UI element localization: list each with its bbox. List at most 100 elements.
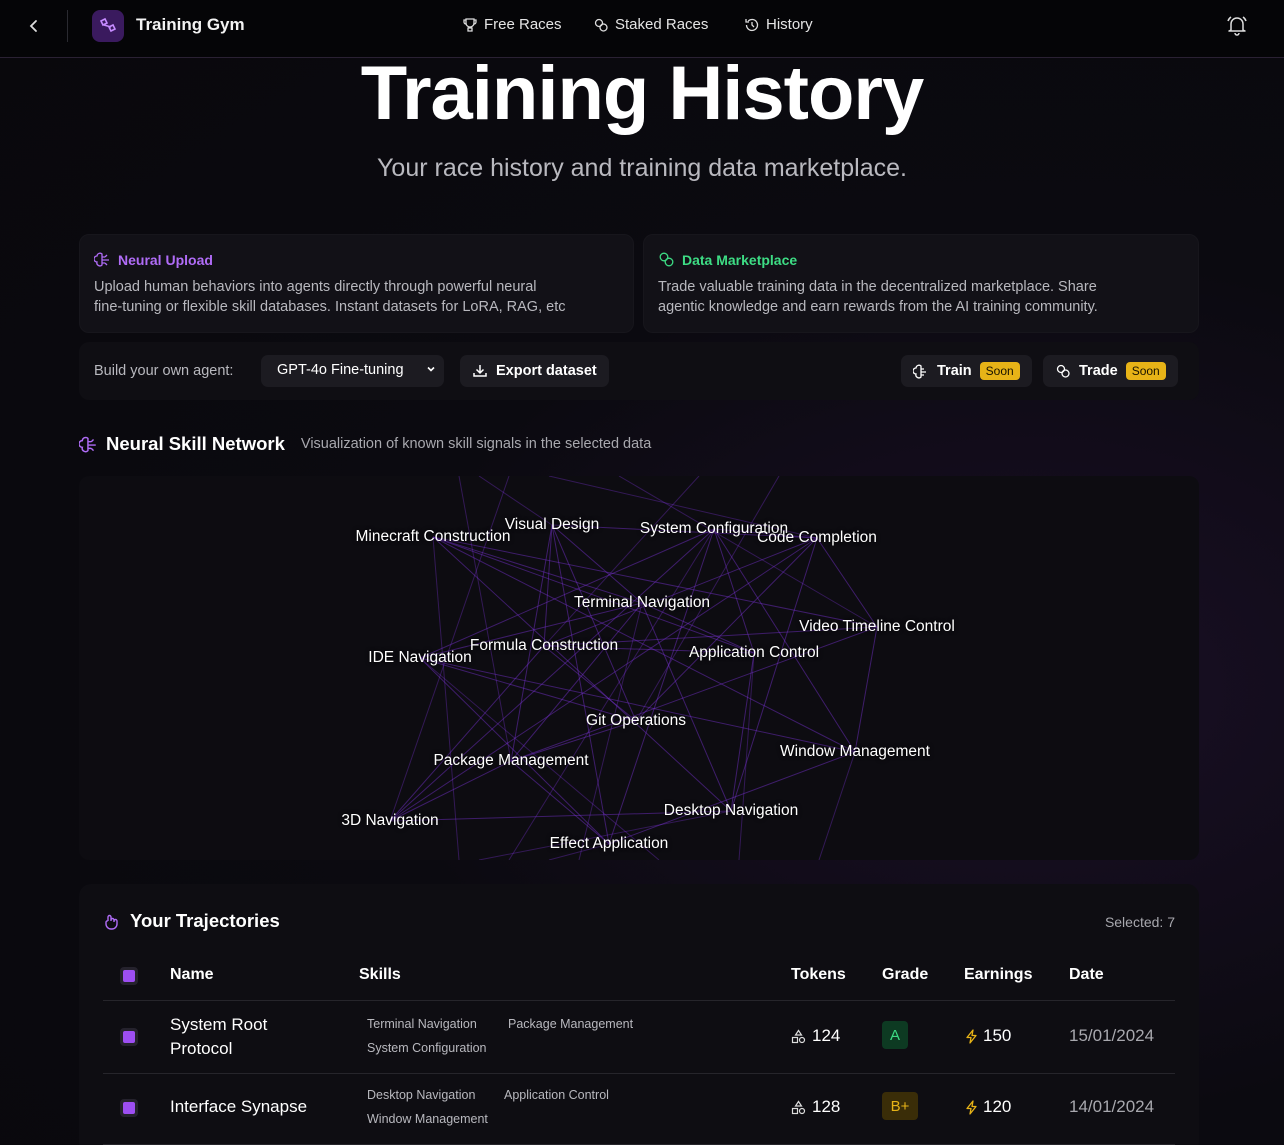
coins-icon: [594, 18, 608, 32]
row-checkbox[interactable]: [120, 1099, 138, 1117]
skill-tag: Desktop Navigation: [367, 1088, 476, 1102]
nav-label: Staked Races: [615, 16, 709, 33]
page-subtitle: Your race history and training data mark…: [377, 154, 907, 182]
skill-tag: Terminal Navigation: [367, 1017, 477, 1031]
column-header-name[interactable]: Name: [170, 966, 214, 984]
network-edge: [543, 524, 553, 647]
build-agent-label: Build your own agent:: [94, 363, 234, 379]
skill-network-title: Neural Skill Network: [106, 433, 285, 454]
notifications-button[interactable]: [1226, 14, 1248, 36]
data-marketplace-header: Data Marketplace: [658, 251, 1184, 268]
chevron-down-icon: [426, 363, 436, 377]
nav-free-races[interactable]: Free Races: [462, 16, 562, 33]
skill-network-description: Visualization of known skill signals in …: [300, 436, 652, 452]
select-all-checkbox[interactable]: [120, 967, 138, 985]
row-date: 15/01/2024: [1069, 1026, 1155, 1045]
nav-history[interactable]: History: [744, 16, 813, 33]
skill-node[interactable]: Code Completion: [757, 529, 877, 547]
history-icon: [745, 18, 759, 31]
coins-icon: [659, 252, 674, 267]
skill-node[interactable]: Effect Application: [550, 835, 669, 853]
column-header-tokens[interactable]: Tokens: [791, 966, 846, 984]
neural-upload-text-1: Upload human behaviors into agents direc…: [94, 279, 537, 295]
column-header-grade[interactable]: Grade: [882, 966, 928, 984]
export-dataset-button[interactable]: Export dataset: [460, 355, 609, 387]
network-edge: [510, 760, 610, 845]
skill-node[interactable]: Window Management: [780, 743, 930, 761]
network-edge: [818, 751, 856, 860]
brain-icon: [94, 252, 109, 267]
page-title: Training History: [360, 51, 925, 136]
skill-node[interactable]: Desktop Navigation: [664, 802, 798, 820]
grade-badge: B+: [882, 1092, 918, 1120]
trajectories-title: Your Trajectories: [130, 910, 280, 931]
neural-upload-title: Neural Upload: [118, 251, 213, 268]
skill-node[interactable]: Video Timeline Control: [799, 618, 955, 636]
back-button[interactable]: [22, 14, 46, 38]
earnings-value: 150: [983, 1026, 1012, 1045]
soon-badge: Soon: [979, 362, 1020, 380]
gym-logo-icon: [99, 17, 117, 33]
network-edge: [608, 751, 856, 845]
model-select[interactable]: GPT-4o Fine-tuning: [261, 355, 444, 387]
data-marketplace-card: Data Marketplace Trade valuable training…: [643, 234, 1199, 333]
skill-node[interactable]: Application Control: [689, 644, 819, 662]
network-edge: [738, 652, 755, 860]
neural-upload-header: Neural Upload: [94, 251, 619, 268]
app-name: Training Gym: [136, 15, 245, 34]
lightning-icon: [966, 1028, 977, 1044]
trade-button[interactable]: Trade Soon: [1043, 355, 1178, 387]
earnings-value: 120: [983, 1097, 1012, 1116]
skill-node[interactable]: Git Operations: [586, 712, 686, 730]
coins-icon: [1056, 364, 1070, 378]
column-header-earnings[interactable]: Earnings: [964, 966, 1032, 984]
skill-tag: Package Management: [508, 1017, 634, 1031]
trade-label: Trade: [1079, 363, 1118, 379]
trophy-icon: [463, 17, 477, 32]
trajectories-header: Your Trajectories: [103, 910, 280, 932]
skill-tag: Application Control: [504, 1088, 609, 1102]
data-marketplace-text-2: agentic knowledge and earn rewards from …: [658, 299, 1098, 315]
skill-tag: System Configuration: [367, 1041, 487, 1055]
skill-network-graph[interactable]: Minecraft Construction Visual Design Syste…: [79, 476, 1199, 860]
shapes-icon: [791, 1028, 806, 1043]
skill-node[interactable]: IDE Navigation: [368, 649, 471, 667]
row-date: 14/01/2024: [1069, 1097, 1155, 1116]
column-header-skills[interactable]: Skills: [359, 966, 401, 984]
brain-icon: [913, 364, 926, 379]
soon-badge: Soon: [1125, 362, 1166, 380]
model-select-value: GPT-4o Fine-tuning: [277, 362, 404, 378]
network-edge: [458, 476, 512, 762]
column-header-date[interactable]: Date: [1069, 966, 1104, 984]
nav-label: History: [766, 16, 813, 33]
table-divider: [103, 1000, 1175, 1001]
bell-icon: [1227, 16, 1247, 36]
skill-node[interactable]: 3D Navigation: [341, 812, 438, 830]
top-bar: Training Gym Free Races Staked Races His…: [0, 0, 1284, 58]
table-divider: [103, 1073, 1175, 1074]
skill-node[interactable]: Formula Construction: [470, 637, 618, 655]
hand-icon: [105, 914, 118, 930]
skill-tag: Window Management: [367, 1112, 488, 1126]
grade-badge: A: [882, 1021, 908, 1049]
network-edge: [389, 645, 545, 822]
tokens-value: 128: [812, 1097, 841, 1116]
nav-staked-races[interactable]: Staked Races: [593, 16, 708, 33]
skill-network-header: Neural Skill Network Visualization of kn…: [79, 433, 651, 455]
divider: [67, 10, 68, 42]
skill-node[interactable]: Package Management: [433, 752, 588, 770]
row-earnings: 120: [964, 1097, 1011, 1117]
row-name-line-1: Interface Synapse: [170, 1097, 308, 1116]
skill-node[interactable]: Minecraft Construction: [355, 528, 510, 546]
neural-upload-text-2: fine-tuning or flexible skill databases.…: [94, 299, 566, 315]
train-button[interactable]: Train Soon: [901, 355, 1032, 387]
row-name-line-2: Protocol: [170, 1039, 233, 1058]
row-checkbox[interactable]: [120, 1028, 138, 1046]
skill-node[interactable]: Visual Design: [505, 516, 600, 534]
brain-icon: [79, 436, 96, 452]
skill-node[interactable]: Terminal Navigation: [574, 594, 710, 612]
chevron-left-icon: [29, 20, 37, 32]
network-edge: [854, 626, 878, 753]
trajectories-panel: Your Trajectories Selected: 7 Name Skill…: [79, 884, 1199, 1145]
neural-upload-card: Neural Upload Upload human behaviors int…: [79, 234, 634, 333]
